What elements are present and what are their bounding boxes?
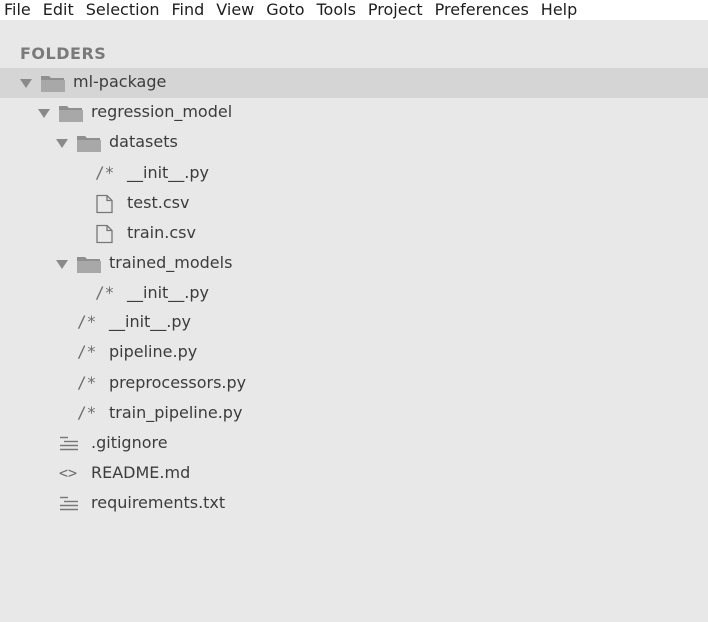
tree-item-regression-init-py[interactable]: /* __init__.py — [0, 308, 708, 338]
tree-item-label: train.csv — [127, 223, 196, 242]
tree-item-label: pipeline.py — [109, 342, 198, 361]
tree-item-label: requirements.txt — [91, 493, 226, 512]
comment-icon: /* — [77, 342, 97, 361]
lines-icon — [60, 436, 78, 451]
tree-item-label: README.md — [91, 463, 191, 482]
tree-item-label: __init__.py — [127, 163, 210, 182]
tree-item-label: datasets — [109, 132, 178, 151]
tree-item-label: test.csv — [127, 193, 190, 212]
menu-tools[interactable]: Tools — [313, 0, 360, 20]
tree-item-regression-model[interactable]: regression_model — [0, 98, 708, 128]
menu-preferences[interactable]: Preferences — [431, 0, 533, 20]
menu-bar: File Edit Selection Find View Goto Tools… — [0, 0, 708, 20]
expand-arrow-icon[interactable] — [56, 260, 68, 269]
lines-icon — [60, 496, 78, 511]
menu-file[interactable]: File — [0, 0, 35, 20]
expand-arrow-icon[interactable] — [20, 79, 32, 88]
expand-arrow-icon[interactable] — [56, 139, 68, 148]
tree-item-label: .gitignore — [91, 433, 168, 452]
comment-icon: /* — [95, 283, 115, 302]
menu-find[interactable]: Find — [168, 0, 209, 20]
tree-item-trained-models-init-py[interactable]: /* __init__.py — [0, 279, 708, 309]
tree-item-label: trained_models — [109, 253, 233, 272]
menu-selection[interactable]: Selection — [82, 0, 164, 20]
tree-item-label: __init__.py — [127, 283, 210, 302]
menu-edit[interactable]: Edit — [39, 0, 78, 20]
tree-item-label: __init__.py — [109, 312, 192, 331]
tree-item-datasets[interactable]: datasets — [0, 128, 708, 158]
comment-icon: /* — [77, 403, 97, 422]
expand-arrow-icon[interactable] — [38, 109, 50, 118]
tree-item-label: train_pipeline.py — [109, 403, 243, 422]
comment-icon: /* — [77, 312, 97, 331]
tree-item-pipeline-py[interactable]: /* pipeline.py — [0, 338, 708, 368]
tree-item-train-pipeline-py[interactable]: /* train_pipeline.py — [0, 399, 708, 429]
comment-icon: /* — [77, 373, 97, 392]
folder-open-icon — [77, 257, 101, 273]
file-icon — [96, 194, 113, 214]
tree-item-gitignore[interactable]: .gitignore — [0, 429, 708, 459]
comment-icon: /* — [95, 163, 115, 182]
tree-item-preprocessors-py[interactable]: /* preprocessors.py — [0, 369, 708, 399]
tree-item-label: regression_model — [91, 102, 233, 121]
tree-item-trained-models[interactable]: trained_models — [0, 249, 708, 279]
folder-open-icon — [59, 106, 83, 122]
tree-item-test-csv[interactable]: test.csv — [0, 189, 708, 219]
menu-goto[interactable]: Goto — [262, 0, 308, 20]
folder-open-icon — [41, 76, 65, 92]
tree-item-datasets-init-py[interactable]: /* __init__.py — [0, 159, 708, 189]
file-icon — [96, 224, 113, 244]
tree-item-ml-package[interactable]: ml-package — [0, 68, 708, 98]
folder-open-icon — [77, 136, 101, 152]
tree-item-label: preprocessors.py — [109, 373, 247, 392]
folders-header: FOLDERS — [20, 44, 107, 63]
menu-project[interactable]: Project — [364, 0, 427, 20]
menu-view[interactable]: View — [212, 0, 258, 20]
code-icon: <> — [59, 464, 78, 482]
menu-help[interactable]: Help — [537, 0, 581, 20]
tree-item-train-csv[interactable]: train.csv — [0, 219, 708, 249]
tree-item-requirements-txt[interactable]: requirements.txt — [0, 489, 708, 519]
tree-item-readme-md[interactable]: <> README.md — [0, 459, 708, 489]
tree-item-label: ml-package — [73, 72, 167, 91]
